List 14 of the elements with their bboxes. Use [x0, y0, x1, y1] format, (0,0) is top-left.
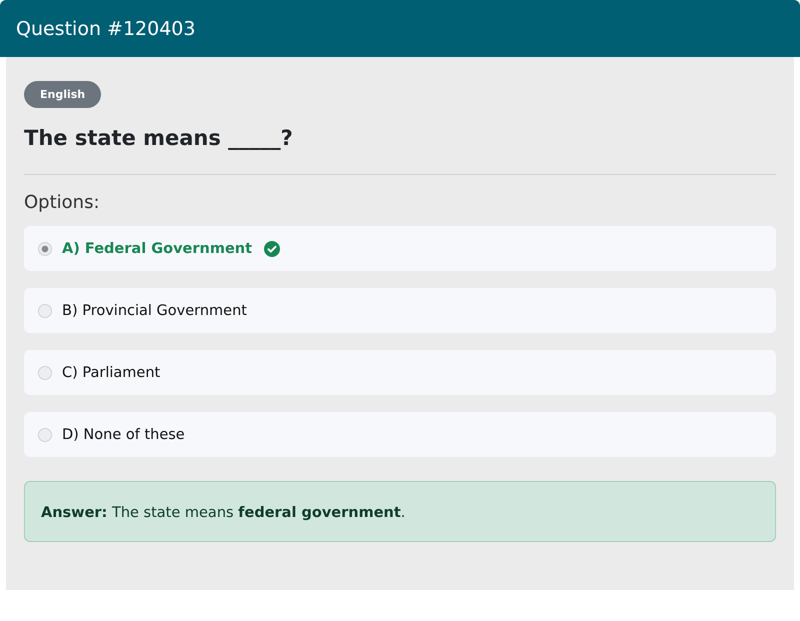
check-circle-icon	[264, 240, 280, 256]
option-item[interactable]: C) Parliament	[24, 350, 776, 395]
question-text: The state means _____?	[24, 126, 294, 150]
options-label: Options:	[24, 192, 101, 213]
answer-text: Answer: The state means federal government.	[41, 505, 406, 521]
page-title: Question #120403	[16, 18, 196, 40]
radio-button[interactable]	[38, 428, 52, 442]
radio-button[interactable]	[38, 242, 52, 256]
language-badge: English	[24, 81, 102, 108]
option-item[interactable]: B) Provincial Government	[24, 288, 776, 333]
option-item[interactable]: D) None of these	[24, 412, 776, 457]
radio-button[interactable]	[38, 304, 52, 318]
radio-button[interactable]	[38, 366, 52, 380]
option-item[interactable]: A) Federal Government	[24, 226, 776, 271]
